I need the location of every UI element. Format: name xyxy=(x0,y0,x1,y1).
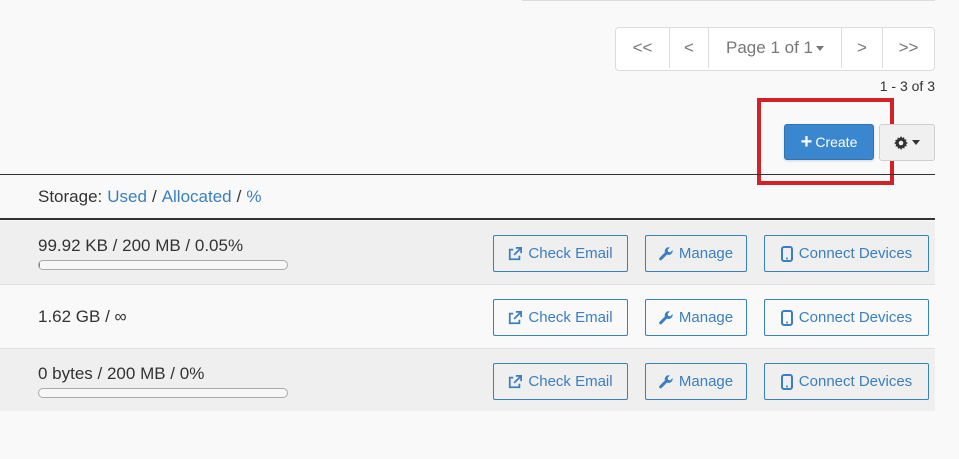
connect-devices-button[interactable]: Connect Devices xyxy=(764,299,929,336)
check-email-label: Check Email xyxy=(528,309,613,326)
check-email-button[interactable]: Check Email xyxy=(493,363,628,400)
check-email-button[interactable]: Check Email xyxy=(493,235,628,272)
external-link-icon xyxy=(509,246,523,260)
wrench-icon xyxy=(659,246,673,260)
manage-button[interactable]: Manage xyxy=(645,235,747,272)
external-link-icon xyxy=(509,374,523,388)
check-email-label: Check Email xyxy=(528,245,613,262)
gear-icon xyxy=(894,135,908,150)
top-divider xyxy=(522,0,935,1)
connect-devices-button[interactable]: Connect Devices xyxy=(764,235,929,272)
plus-icon: + xyxy=(800,131,813,153)
connect-devices-label: Connect Devices xyxy=(798,309,913,326)
sort-used-link[interactable]: Used xyxy=(107,187,147,207)
check-email-button[interactable]: Check Email xyxy=(493,299,628,336)
manage-button[interactable]: Manage xyxy=(645,363,747,400)
table-row: 0 bytes / 200 MB / 0% Check Email Manage… xyxy=(0,349,935,411)
pagination: << < Page 1 of 1 > >> xyxy=(615,27,935,71)
mobile-phone-icon xyxy=(780,309,793,326)
previous-page-button[interactable]: < xyxy=(670,28,709,68)
connect-devices-label: Connect Devices xyxy=(798,373,913,390)
settings-dropdown-button[interactable] xyxy=(879,124,935,161)
external-link-icon xyxy=(509,310,523,324)
storage-label: Storage: xyxy=(38,186,103,206)
table-row: 1.62 GB / ∞ Check Email Manage Connect D… xyxy=(0,285,935,349)
table-header: Storage: Used / Allocated / % xyxy=(0,174,935,220)
separator: / xyxy=(151,186,157,206)
connect-devices-label: Connect Devices xyxy=(798,245,913,262)
table-row: 99.92 KB / 200 MB / 0.05% Check Email Ma… xyxy=(0,221,935,285)
storage-progress-bar xyxy=(38,260,288,270)
manage-button[interactable]: Manage xyxy=(645,299,747,336)
create-button[interactable]: + Create xyxy=(784,124,874,160)
check-email-label: Check Email xyxy=(528,373,613,390)
caret-down-icon xyxy=(912,140,920,145)
wrench-icon xyxy=(659,374,673,388)
result-count: 1 - 3 of 3 xyxy=(879,78,935,94)
sort-percent-link[interactable]: % xyxy=(246,187,261,207)
storage-usage: 99.92 KB / 200 MB / 0.05% xyxy=(38,236,244,255)
manage-label: Manage xyxy=(678,245,734,262)
storage-progress-bar xyxy=(38,388,288,398)
manage-label: Manage xyxy=(678,309,734,326)
last-page-button[interactable]: >> xyxy=(883,28,934,68)
first-page-button[interactable]: << xyxy=(616,28,670,68)
mobile-phone-icon xyxy=(780,245,793,262)
mobile-phone-icon xyxy=(780,373,793,390)
next-page-button[interactable]: > xyxy=(842,28,883,68)
page-select-label: Page 1 of 1 xyxy=(726,38,813,57)
storage-usage: 1.62 GB / ∞ xyxy=(38,307,127,326)
manage-label: Manage xyxy=(678,373,734,390)
page-select[interactable]: Page 1 of 1 xyxy=(709,28,842,68)
create-button-label: Create xyxy=(815,134,858,150)
wrench-icon xyxy=(659,310,673,324)
separator: / xyxy=(236,186,242,206)
caret-down-icon xyxy=(815,45,824,51)
sort-allocated-link[interactable]: Allocated xyxy=(162,187,232,207)
storage-usage: 0 bytes / 200 MB / 0% xyxy=(38,364,205,383)
connect-devices-button[interactable]: Connect Devices xyxy=(764,363,929,400)
